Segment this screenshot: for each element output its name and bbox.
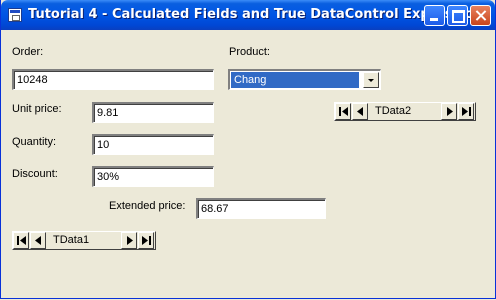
main-window: Tutorial 4 - Calculated Fields and True … xyxy=(0,0,496,299)
quantity-field[interactable]: 10 xyxy=(92,134,214,155)
tdata1-caption: TData1 xyxy=(53,234,90,246)
extended-price-label: Extended price: xyxy=(109,200,186,212)
chevron-down-icon[interactable] xyxy=(363,72,379,88)
last-record-icon xyxy=(142,236,151,245)
order-label: Order: xyxy=(12,46,44,58)
close-button[interactable] xyxy=(470,5,491,26)
first-record-icon xyxy=(339,107,348,116)
product-dropdown[interactable]: Chang xyxy=(228,69,381,90)
tdata1-next-button[interactable] xyxy=(121,232,137,249)
previous-record-icon xyxy=(357,107,363,116)
extended-price-field[interactable]: 68.67 xyxy=(196,198,326,219)
order-field[interactable]: 10248 xyxy=(12,69,214,90)
tdata1-first-button[interactable] xyxy=(13,232,29,249)
app-icon[interactable] xyxy=(8,8,22,22)
tdata2-first-button[interactable] xyxy=(335,103,351,120)
unit-price-field[interactable]: 9.81 xyxy=(92,102,214,123)
maximize-button[interactable] xyxy=(447,5,468,26)
tdata2-control: TData2 xyxy=(334,102,476,121)
discount-label: Discount: xyxy=(12,168,58,180)
title-bar[interactable]: Tutorial 4 - Calculated Fields and True … xyxy=(1,0,495,30)
previous-record-icon xyxy=(35,236,41,245)
discount-field[interactable]: 30% xyxy=(92,166,214,187)
tdata1-previous-button[interactable] xyxy=(30,232,46,249)
next-record-icon xyxy=(127,236,133,245)
unit-price-label: Unit price: xyxy=(12,103,62,115)
window-title: Tutorial 4 - Calculated Fields and True … xyxy=(28,7,491,22)
tdata2-caption: TData2 xyxy=(375,105,412,117)
tdata2-previous-button[interactable] xyxy=(352,103,368,120)
next-record-icon xyxy=(447,107,453,116)
tdata2-last-button[interactable] xyxy=(458,103,474,120)
minimize-button[interactable] xyxy=(424,5,445,26)
last-record-icon xyxy=(462,107,471,116)
product-label: Product: xyxy=(229,46,270,58)
tdata1-last-button[interactable] xyxy=(138,232,154,249)
tdata2-next-button[interactable] xyxy=(441,103,457,120)
product-selected-value: Chang xyxy=(230,71,360,89)
first-record-icon xyxy=(17,236,26,245)
quantity-label: Quantity: xyxy=(12,136,57,148)
tdata1-control: TData1 xyxy=(12,231,156,250)
